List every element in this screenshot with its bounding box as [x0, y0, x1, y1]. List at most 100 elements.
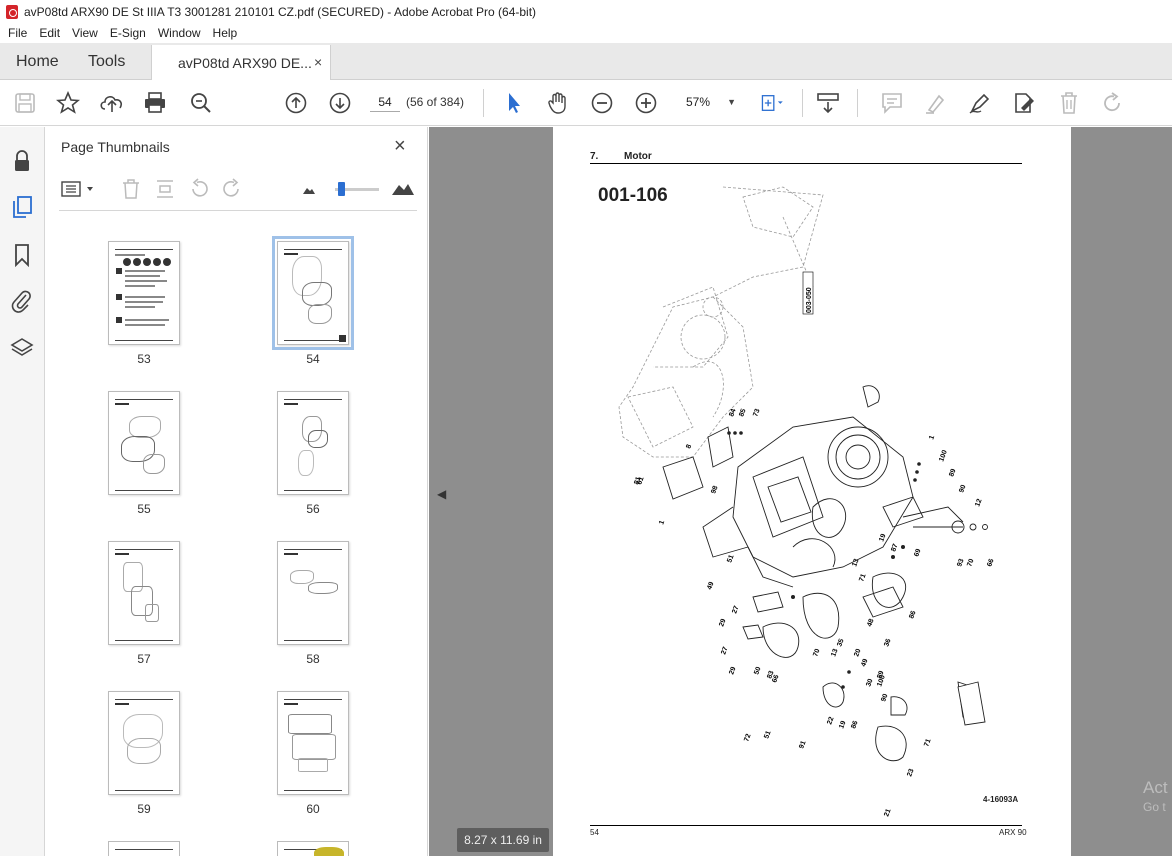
page-thumbnail-55[interactable] — [108, 391, 180, 495]
thumbnail-label: 53 — [137, 352, 151, 366]
tab-close-button[interactable]: × — [314, 54, 322, 70]
extract-page-icon[interactable] — [154, 178, 176, 203]
fit-page-icon[interactable] — [760, 90, 786, 116]
draw-signature-icon[interactable] — [967, 90, 993, 116]
menu-window[interactable]: Window — [152, 26, 207, 40]
callout-number: 19 — [838, 720, 847, 730]
callout-number: 70 — [966, 558, 975, 568]
bookmarks-icon[interactable] — [10, 243, 34, 268]
callout-number: 66 — [986, 558, 995, 568]
callout-number: 21 — [883, 808, 892, 818]
edit-pdf-icon[interactable] — [1011, 90, 1037, 116]
zoom-search-icon[interactable] — [188, 90, 214, 116]
footer-model: ARX 90 — [999, 828, 1027, 837]
thumbnail-label: 54 — [306, 352, 320, 366]
large-mountain-icon[interactable] — [391, 180, 415, 199]
bookmark-star-icon[interactable] — [55, 90, 81, 116]
scroll-mode-icon[interactable] — [815, 90, 841, 116]
page-thumbnail-partial[interactable] — [277, 841, 349, 856]
highlight-pen-icon[interactable] — [923, 90, 949, 116]
navigation-rail — [0, 127, 45, 856]
page-thumbnail-59[interactable] — [108, 691, 180, 795]
callout-ref: 003-050 — [806, 287, 813, 313]
footer-rule — [590, 825, 1022, 826]
page-thumbnail-54[interactable] — [272, 236, 354, 350]
page-thumbnail-53[interactable] — [108, 241, 180, 345]
select-cursor-icon[interactable] — [501, 90, 527, 116]
upload-cloud-icon[interactable] — [99, 90, 125, 116]
redo-icon[interactable] — [1099, 90, 1125, 116]
pdf-page[interactable]: 7. Motor 001-106 003-050 84 85 73 8 98 8… — [553, 127, 1071, 856]
panel-title: Page Thumbnails — [61, 139, 170, 155]
layers-icon[interactable] — [10, 336, 34, 360]
panel-close-button[interactable]: × — [394, 135, 406, 158]
callout-number: 51 — [726, 554, 735, 564]
page-thumbnail-56[interactable] — [277, 391, 349, 495]
callout-number: 86 — [850, 720, 859, 730]
previous-page-icon[interactable] — [283, 90, 309, 116]
tab-home[interactable]: Home — [16, 53, 59, 71]
watermark-text: Act — [1143, 778, 1168, 797]
thumbnail-label: 55 — [137, 502, 151, 516]
save-icon[interactable] — [12, 90, 38, 116]
zoom-level-dropdown[interactable]: 57% ▼ — [680, 92, 740, 112]
thumbnail-label: 60 — [306, 802, 320, 816]
tab-tools[interactable]: Tools — [88, 53, 125, 71]
callout-number: 66 — [771, 674, 780, 684]
hand-tool-icon[interactable] — [545, 90, 571, 116]
lock-icon[interactable] — [10, 149, 34, 173]
toolbar-divider — [857, 89, 858, 117]
page-thumbnail-57[interactable] — [108, 541, 180, 645]
thumbnail-toolbar — [45, 171, 428, 211]
callout-number: 23 — [906, 768, 915, 778]
thumbnail-label: 56 — [306, 502, 320, 516]
page-number-input[interactable]: 54 — [370, 92, 400, 112]
page-thumbnails-icon[interactable] — [10, 195, 34, 219]
callout-number: 48 — [866, 618, 875, 628]
menu-view[interactable]: View — [66, 26, 104, 40]
menu-bar: File Edit View E-Sign Window Help — [0, 23, 1172, 43]
menu-file[interactable]: File — [2, 26, 33, 40]
callout-number: 85 — [738, 408, 747, 418]
thumbnail-options-menu[interactable] — [61, 180, 97, 201]
callout-number: 27 — [731, 605, 740, 615]
collapse-panel-arrow-icon[interactable]: ◀ — [437, 487, 446, 501]
toolbar-divider — [802, 89, 803, 117]
zoom-in-icon[interactable] — [633, 90, 659, 116]
chevron-down-icon: ▼ — [727, 97, 736, 107]
menu-edit[interactable]: Edit — [33, 26, 66, 40]
callout-number: 98 — [710, 485, 719, 495]
page-thumbnail-60[interactable] — [277, 691, 349, 795]
print-icon[interactable] — [142, 90, 168, 116]
tab-document[interactable]: avP08td ARX90 DE... × — [151, 45, 331, 81]
callout-number: 35 — [836, 638, 845, 648]
figure-reference: 4-16093A — [983, 795, 1019, 804]
page-thumbnail-partial[interactable] — [108, 841, 180, 856]
page-thumbnail-58[interactable] — [277, 541, 349, 645]
delete-trash-icon[interactable] — [1056, 90, 1082, 116]
callout-number: 84 — [728, 408, 737, 418]
menu-esign[interactable]: E-Sign — [104, 26, 152, 40]
pdf-file-icon — [6, 4, 18, 19]
callout-number: 12 — [974, 498, 983, 508]
menu-help[interactable]: Help — [207, 26, 244, 40]
comment-icon[interactable] — [879, 90, 905, 116]
small-mountain-icon[interactable] — [302, 183, 316, 198]
callout-number: 49 — [860, 658, 869, 668]
zoom-out-icon[interactable] — [589, 90, 615, 116]
window-title: avP08td ARX90 DE St IIIA T3 3001281 2101… — [24, 4, 537, 19]
attachments-paperclip-icon[interactable] — [10, 289, 34, 313]
callout-number: 27 — [720, 646, 729, 656]
tab-document-label: avP08td ARX90 DE... — [178, 55, 312, 71]
rotate-counterclockwise-icon[interactable] — [188, 178, 210, 203]
thumbnail-label: 57 — [137, 652, 151, 666]
thumbnail-size-slider-handle[interactable] — [338, 182, 345, 196]
next-page-icon[interactable] — [327, 90, 353, 116]
callout-number: 70 — [812, 648, 821, 658]
callout-number: 30 — [865, 678, 874, 688]
rotate-clockwise-icon[interactable] — [221, 178, 243, 203]
callout-number: 1 — [928, 435, 936, 441]
tab-bar: Home Tools avP08td ARX90 DE... × — [0, 43, 1172, 81]
thumbnail-label: 59 — [137, 802, 151, 816]
delete-page-icon[interactable] — [121, 178, 141, 203]
